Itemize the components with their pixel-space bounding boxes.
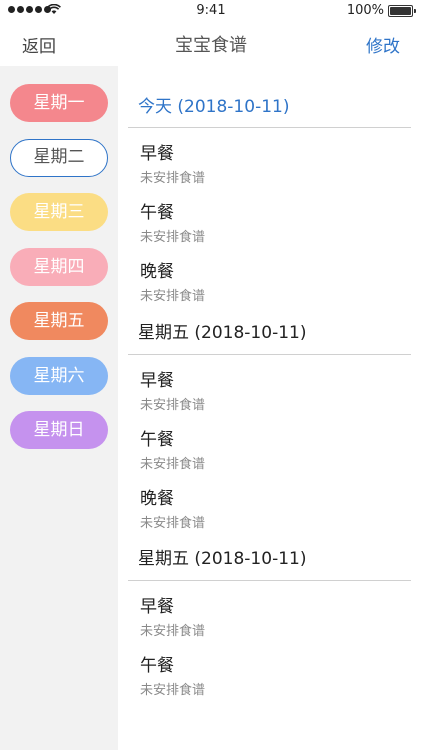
section-divider — [128, 580, 411, 581]
day-tab-4[interactable]: 星期四 — [10, 248, 108, 286]
meal-schedule-list[interactable]: 今天 (2018-10-11) 早餐 未安排食谱 午餐 未安排食谱 晚餐 未安排食谱 星期五 … — [118, 66, 422, 750]
meal-name[interactable]: 午餐 — [140, 425, 174, 450]
day-tab-6[interactable]: 星期六 — [10, 357, 108, 395]
section-date-title: 星期五 (2018-10-11) — [138, 549, 307, 569]
meal-status: 未安排食谱 — [140, 516, 206, 531]
section-divider — [128, 127, 411, 128]
meal-status: 未安排食谱 — [140, 624, 206, 639]
meal-name[interactable]: 晚餐 — [140, 257, 174, 282]
meal-status: 未安排食谱 — [140, 683, 206, 698]
page-title: 宝宝食谱 — [175, 35, 247, 56]
weekday-sidebar: 星期一星期二星期三星期四星期五星期六星期日 — [0, 66, 118, 750]
day-tab-5[interactable]: 星期五 — [10, 302, 108, 340]
day-tab-2[interactable]: 星期二 — [10, 139, 108, 177]
meal-status: 未安排食谱 — [140, 457, 206, 472]
meal-name[interactable]: 午餐 — [140, 198, 174, 223]
section-date-title: 今天 (2018-10-11) — [138, 97, 290, 117]
day-tab-1[interactable]: 星期一 — [10, 84, 108, 122]
navigation-bar: 返回 宝宝食谱 修改 — [0, 22, 422, 64]
meal-status: 未安排食谱 — [140, 289, 206, 304]
meal-name[interactable]: 晚餐 — [140, 484, 174, 509]
meal-name[interactable]: 早餐 — [140, 139, 174, 164]
section-divider — [128, 354, 411, 355]
meal-status: 未安排食谱 — [140, 398, 206, 413]
meal-status: 未安排食谱 — [140, 171, 206, 186]
back-button[interactable]: 返回 — [22, 32, 56, 57]
battery-percentage: 100% — [346, 3, 384, 18]
meal-name[interactable]: 早餐 — [140, 592, 174, 617]
day-tab-3[interactable]: 星期三 — [10, 193, 108, 231]
battery-icon — [388, 5, 416, 17]
meal-name[interactable]: 午餐 — [140, 651, 174, 676]
day-tab-7[interactable]: 星期日 — [10, 411, 108, 449]
section-date-title: 星期五 (2018-10-11) — [138, 323, 307, 343]
meal-status: 未安排食谱 — [140, 230, 206, 245]
status-bar: 9:41 100% — [0, 0, 422, 22]
meal-name[interactable]: 早餐 — [140, 366, 174, 391]
edit-button[interactable]: 修改 — [366, 32, 400, 57]
